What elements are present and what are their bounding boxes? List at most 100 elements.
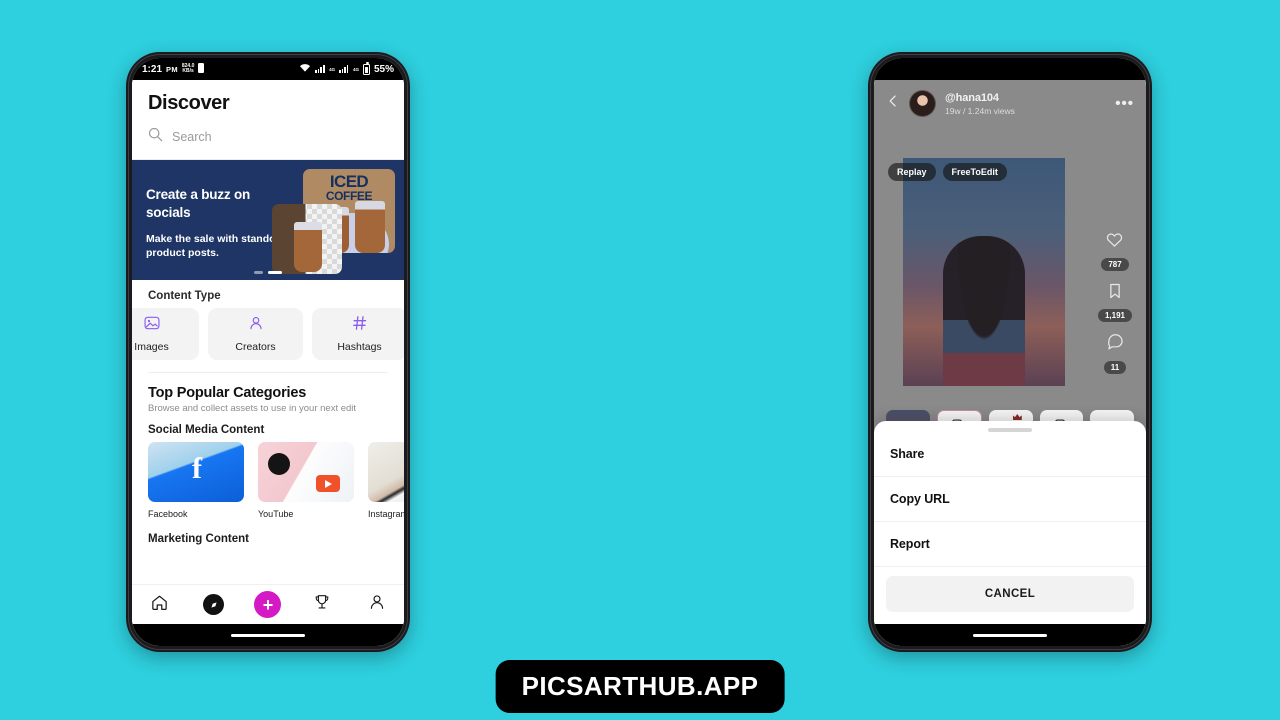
categories-subtitle: Browse and collect assets to use in your…	[148, 403, 357, 414]
gesture-bar	[132, 624, 404, 646]
comment-action[interactable]: 11	[1103, 333, 1127, 374]
hashtag-icon	[352, 315, 368, 336]
network-speed-indicator: 824.0 KB/s	[182, 63, 195, 75]
action-rail: 787 1,191 11	[1094, 230, 1136, 374]
right-phone-screen: @hana104 19w / 1.24m views ••• Replay Fr…	[874, 58, 1146, 646]
sheet-item-report[interactable]: Report	[874, 522, 1146, 567]
save-action[interactable]: 1,191	[1097, 282, 1133, 322]
signal-icon	[315, 65, 325, 73]
like-count: 787	[1101, 258, 1129, 271]
battery-percent: 55%	[373, 63, 394, 75]
nav-challenges[interactable]	[305, 588, 339, 622]
social-media-card-list: Facebook YouTube Instagram	[132, 442, 404, 519]
trophy-icon	[313, 593, 331, 616]
post-image[interactable]	[903, 158, 1065, 386]
coffee-cup-icon-2	[355, 201, 385, 253]
comment-count: 11	[1103, 361, 1127, 374]
discover-screen: Discover Search Create a buzz on socials…	[132, 80, 404, 646]
network-speed-unit: KB/s	[182, 68, 194, 74]
page-title: Discover	[148, 92, 230, 114]
sheet-item-share[interactable]: Share	[874, 432, 1146, 477]
card-caption: Instagram	[368, 509, 404, 519]
status-bar-left: 1:21 PM 824.0 KB/s	[142, 62, 205, 76]
cancel-button[interactable]: CANCEL	[886, 576, 1134, 612]
status-bar-right-phone	[874, 58, 1146, 80]
iced-title-line1: ICED	[329, 172, 369, 191]
instagram-thumbnail	[368, 442, 404, 502]
chip-creators[interactable]: Creators	[208, 308, 303, 360]
promo-banner[interactable]: Create a buzz on socials Make the sale w…	[132, 160, 404, 280]
nav-profile[interactable]	[360, 588, 394, 622]
search-bar[interactable]: Search	[132, 123, 404, 160]
status-meridiem: PM	[166, 64, 178, 74]
more-horizontal-icon[interactable]: •••	[1115, 95, 1134, 112]
decor-dot	[268, 453, 290, 475]
photo-subject	[943, 236, 1025, 386]
left-phone-frame: 1:21 PM 824.0 KB/s 4G 4G 55% Discover Se…	[126, 52, 410, 652]
tag-replay[interactable]: Replay	[888, 163, 936, 181]
battery-icon	[362, 62, 370, 75]
status-bar: 1:21 PM 824.0 KB/s 4G 4G 55%	[132, 58, 404, 80]
cancel-wrapper: CANCEL	[874, 567, 1146, 624]
left-phone-screen: 1:21 PM 824.0 KB/s 4G 4G 55% Discover Se…	[132, 58, 404, 646]
share-sheet: Share Copy URL Report CANCEL	[874, 421, 1146, 624]
crown-icon	[1012, 414, 1022, 420]
post-detail-screen: @hana104 19w / 1.24m views ••• Replay Fr…	[874, 80, 1146, 646]
chip-images[interactable]: Images	[132, 308, 199, 360]
group-label-social-media: Social Media Content	[148, 424, 265, 436]
group-label-marketing: Marketing Content	[148, 533, 249, 545]
chevron-left-icon[interactable]	[886, 94, 900, 113]
gesture-pill-right	[973, 633, 1047, 637]
gesture-bar-right	[874, 624, 1146, 646]
nav-create[interactable]: +	[251, 588, 285, 622]
person-icon	[248, 315, 264, 336]
search-input[interactable]: Search	[172, 130, 212, 144]
home-icon	[150, 593, 169, 617]
category-card-youtube[interactable]: YouTube	[258, 442, 354, 519]
card-caption: Facebook	[148, 509, 188, 519]
compass-icon	[203, 594, 225, 615]
carousel-dot-active[interactable]	[268, 271, 282, 274]
user-info[interactable]: @hana104 19w / 1.24m views	[945, 92, 1015, 116]
facebook-thumbnail	[148, 442, 244, 502]
carousel-dot[interactable]	[254, 271, 263, 274]
comment-icon[interactable]	[1106, 333, 1125, 357]
tag-freetoedit[interactable]: FreeToEdit	[942, 163, 1007, 181]
person-icon	[368, 593, 386, 616]
youtube-thumbnail	[258, 442, 354, 502]
bookmark-icon[interactable]	[1106, 282, 1124, 305]
username: @hana104	[945, 91, 999, 104]
carousel-dots[interactable]	[132, 271, 404, 274]
nav-discover[interactable]	[197, 588, 231, 622]
status-bar-right: 4G 4G 55%	[299, 62, 394, 75]
chip-hashtags[interactable]: Hashtags	[312, 308, 404, 360]
signal-icon-2	[339, 65, 349, 73]
image-icon	[143, 315, 160, 336]
chip-label-creators: Creators	[235, 341, 276, 353]
iced-coffee-title: ICED COFFEE	[303, 169, 395, 203]
save-count: 1,191	[1097, 309, 1133, 322]
cutout-preview-card	[272, 204, 342, 274]
4g-label: 4G	[329, 66, 336, 72]
category-card-facebook[interactable]: Facebook	[148, 442, 244, 519]
post-header: @hana104 19w / 1.24m views •••	[874, 80, 1146, 123]
4g-label-2: 4G	[352, 66, 359, 72]
watermark: PICSARTHUB.APP	[495, 660, 785, 713]
right-phone-frame: @hana104 19w / 1.24m views ••• Replay Fr…	[868, 52, 1152, 652]
nav-home[interactable]	[142, 588, 176, 622]
chip-label-hashtags: Hashtags	[337, 341, 382, 353]
wifi-icon	[299, 63, 311, 75]
category-card-instagram[interactable]: Instagram	[368, 442, 404, 519]
heart-icon[interactable]	[1105, 230, 1124, 254]
plus-icon: +	[254, 591, 282, 618]
post-tags: Replay FreeToEdit	[888, 163, 1007, 181]
cutout-coffee-cup-icon	[294, 222, 322, 272]
sheet-item-copy-url[interactable]: Copy URL	[874, 477, 1146, 522]
status-time: 1:21	[142, 63, 163, 75]
categories-title: Top Popular Categories	[148, 385, 307, 401]
avatar[interactable]	[909, 90, 936, 117]
content-type-chips: Images Creators Hashtags	[132, 308, 404, 370]
like-action[interactable]: 787	[1101, 230, 1129, 271]
chip-label-images: Images	[134, 341, 169, 353]
search-icon	[148, 127, 163, 147]
